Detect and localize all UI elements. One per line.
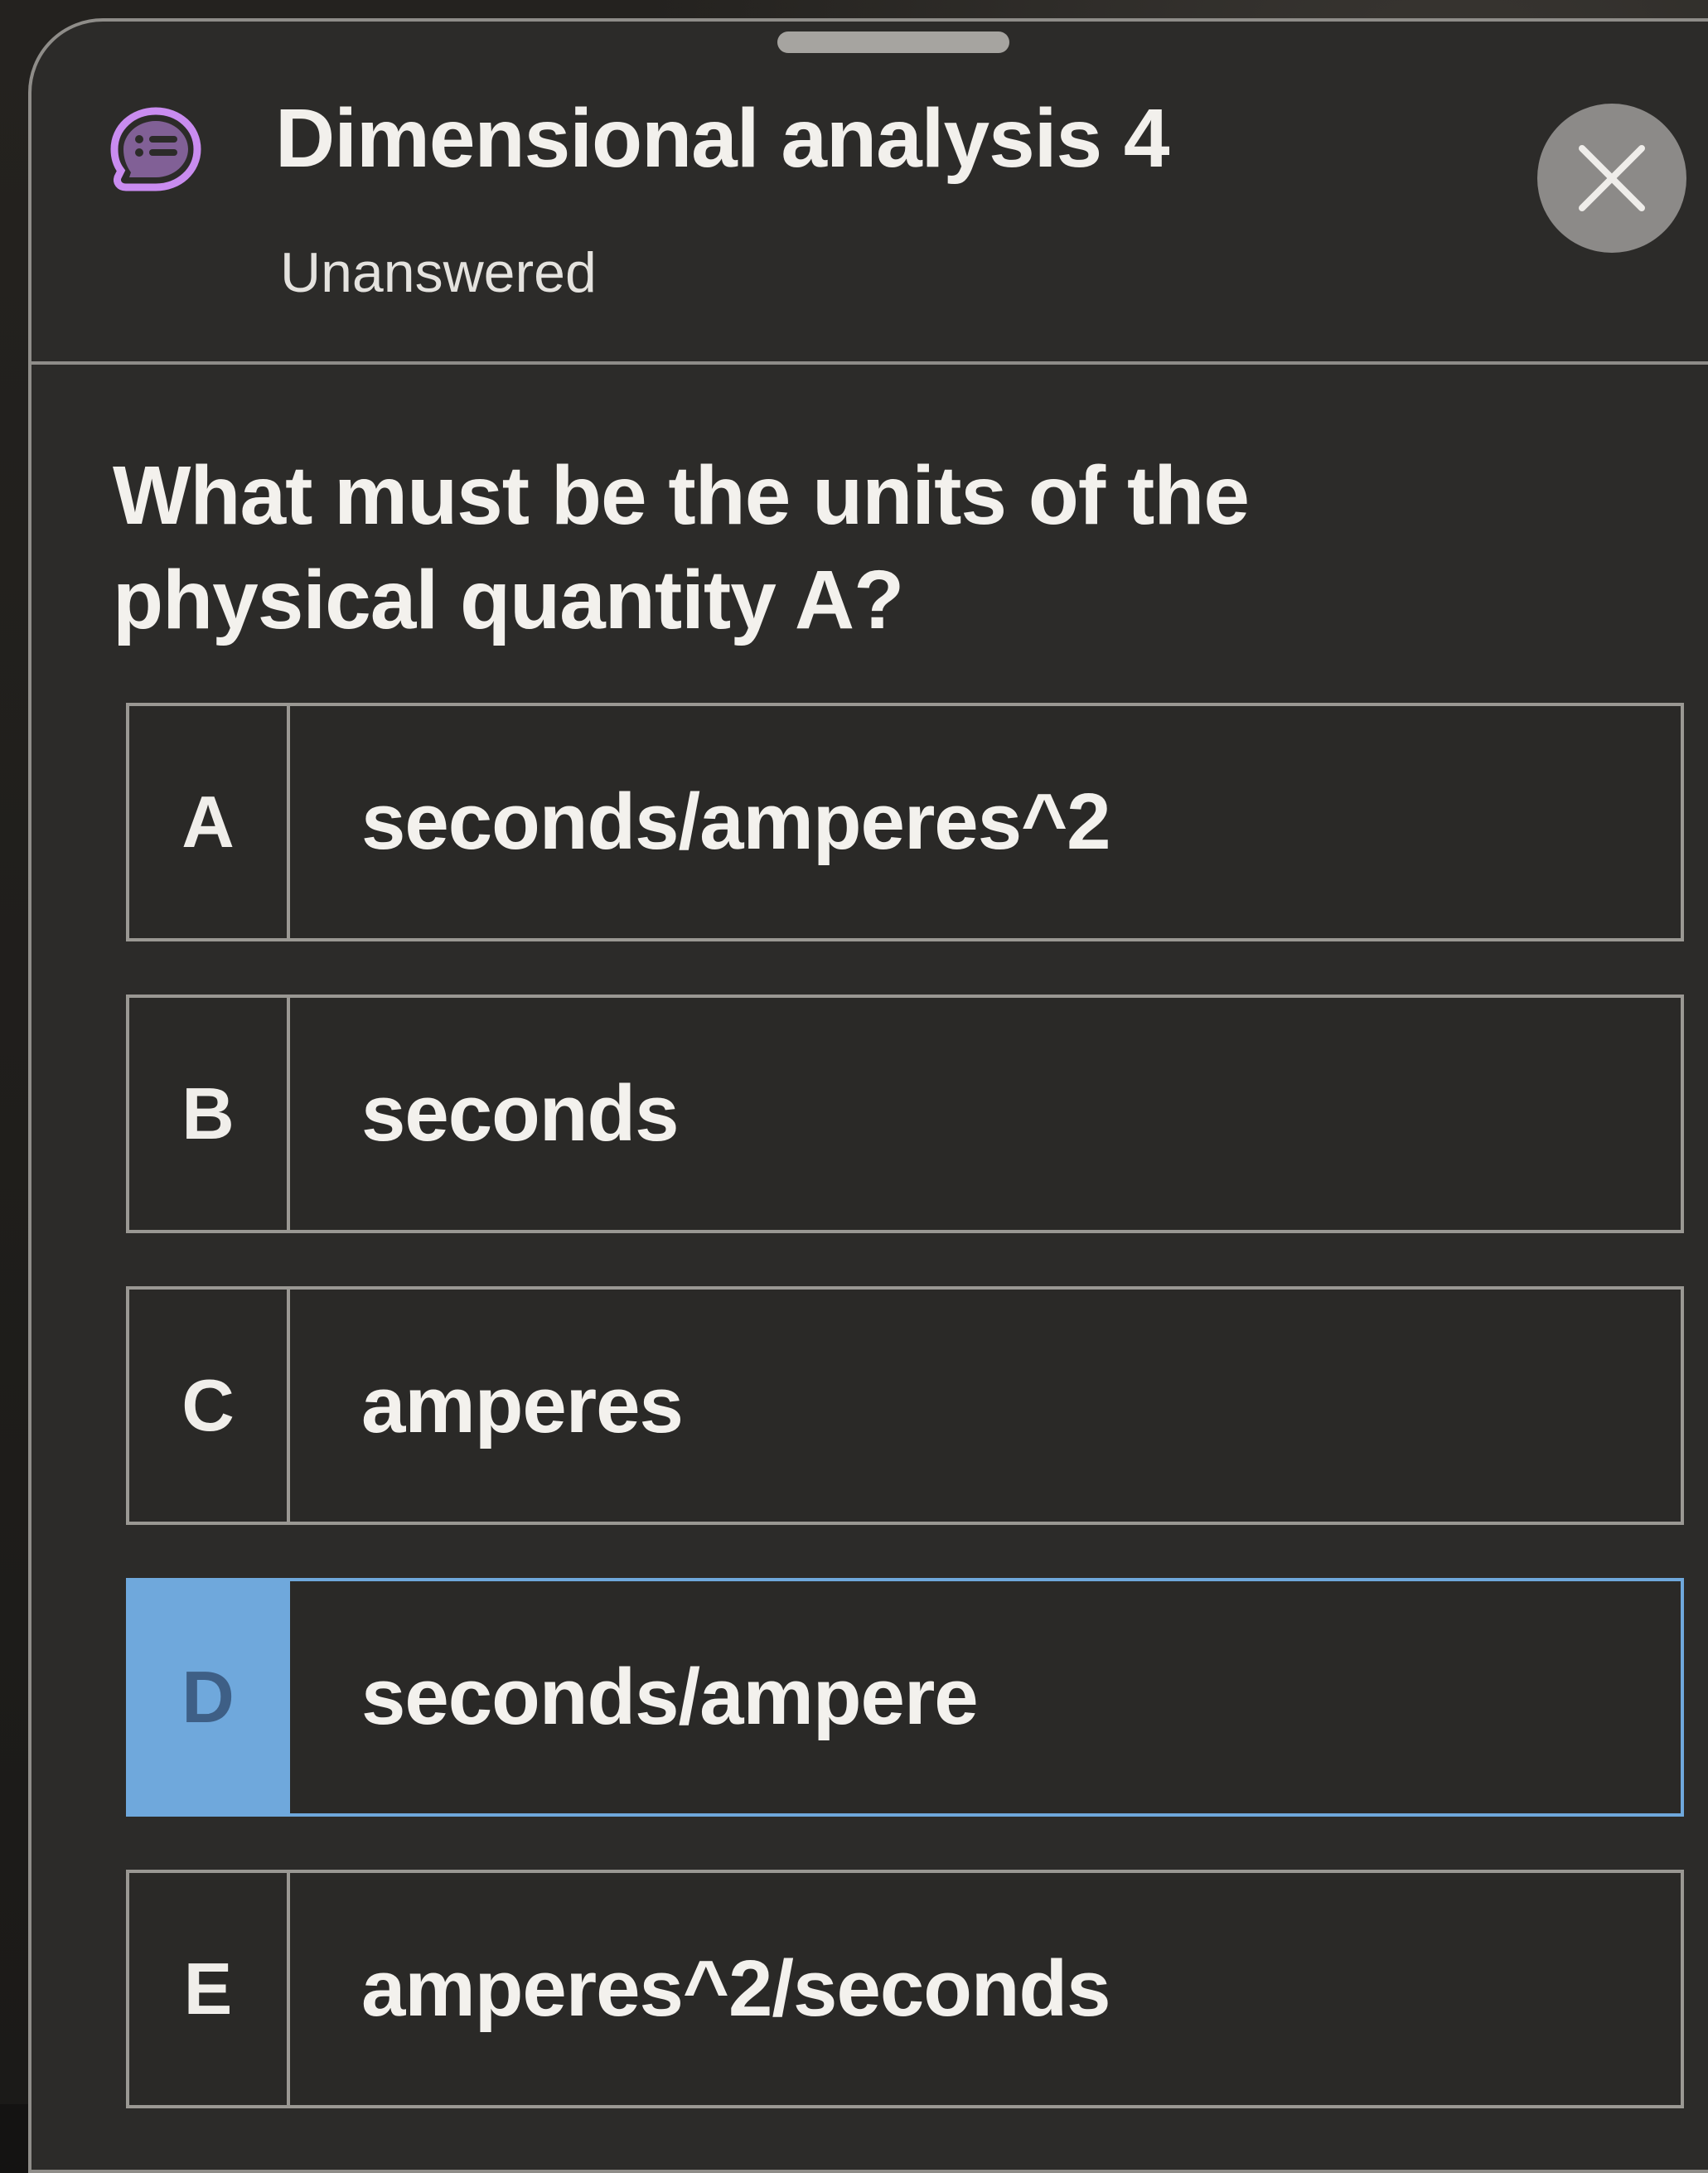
- quiz-list-icon: [108, 106, 204, 196]
- close-icon: [1579, 145, 1645, 211]
- page-title: Dimensional analysis 4: [275, 92, 1169, 185]
- option-text: seconds: [361, 1069, 679, 1158]
- answer-option-a[interactable]: A seconds/amperes^2: [126, 703, 1684, 941]
- option-letter: A: [129, 706, 290, 938]
- close-button[interactable]: [1537, 104, 1686, 253]
- answer-options: A seconds/amperes^2 B seconds C amperes …: [126, 703, 1684, 2161]
- question-text: What must be the units of the physical q…: [113, 449, 1250, 646]
- option-letter: C: [129, 1290, 290, 1522]
- option-text: amperes^2/seconds: [361, 1944, 1111, 2033]
- answer-option-e[interactable]: E amperes^2/seconds: [126, 1870, 1684, 2108]
- option-letter: D: [129, 1581, 290, 1813]
- answer-option-c[interactable]: C amperes: [126, 1286, 1684, 1525]
- answer-option-d[interactable]: D seconds/ampere: [126, 1578, 1684, 1817]
- option-text: amperes: [361, 1361, 684, 1449]
- header-divider: [31, 361, 1708, 365]
- option-letter: B: [129, 998, 290, 1230]
- answer-option-b[interactable]: B seconds: [126, 995, 1684, 1233]
- option-letter: E: [129, 1873, 290, 2105]
- answer-status: Unanswered: [280, 241, 597, 304]
- option-text: seconds/ampere: [361, 1653, 979, 1741]
- option-text: seconds/amperes^2: [361, 777, 1111, 866]
- quiz-header: Dimensional analysis 4 Unanswered: [0, 0, 1708, 365]
